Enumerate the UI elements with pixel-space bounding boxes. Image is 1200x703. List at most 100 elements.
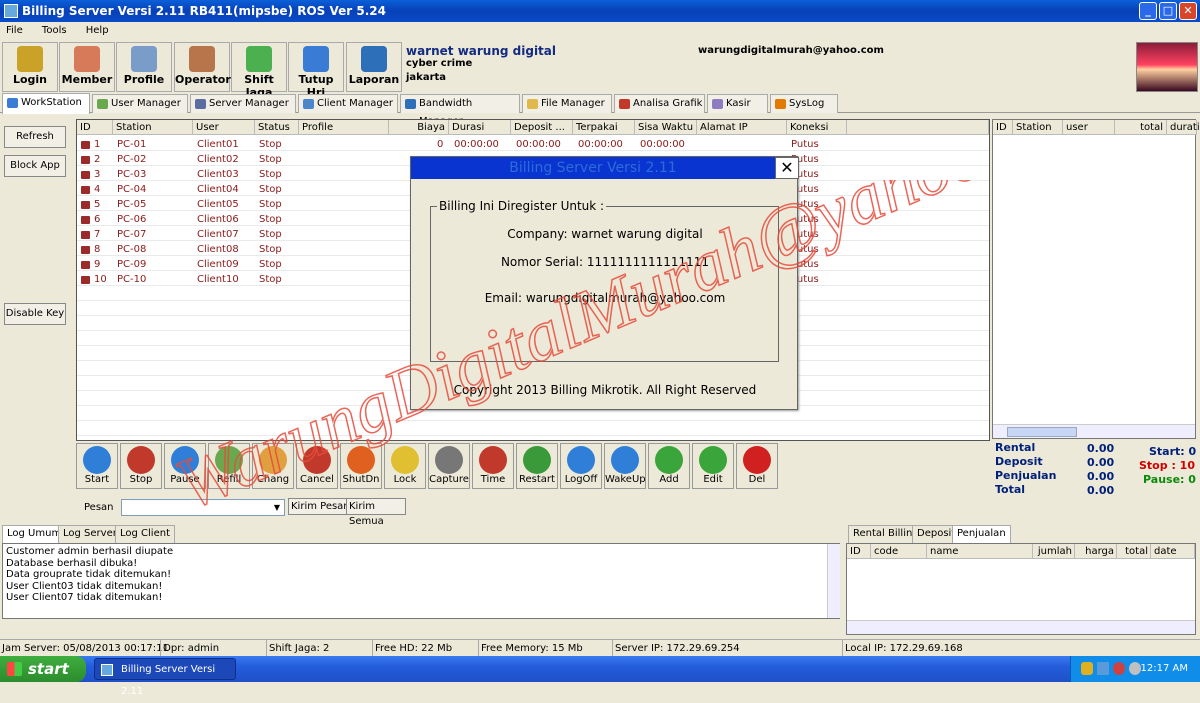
add-button[interactable]: Add	[648, 443, 690, 489]
pc-icon	[81, 231, 90, 239]
volume-icon[interactable]	[1129, 662, 1141, 675]
profile-button[interactable]: Profile	[116, 42, 172, 92]
pause-button[interactable]: Pause	[164, 443, 206, 489]
lock-button[interactable]: Lock	[384, 443, 426, 489]
tab-syslog[interactable]: SysLog	[770, 94, 838, 113]
chang-button[interactable]: Chang	[252, 443, 294, 489]
vertical-scrollbar[interactable]	[827, 544, 840, 618]
refill-button[interactable]: Refill	[208, 443, 250, 489]
column-header[interactable]: jumlah	[1033, 544, 1075, 559]
send-all-button[interactable]: Kirim Semua	[346, 498, 406, 527]
column-header[interactable]: Terpakai	[573, 120, 635, 135]
column-header[interactable]: Deposit ...	[511, 120, 573, 135]
cancel-button[interactable]: Cancel	[296, 443, 338, 489]
column-header[interactable]: harga	[1075, 544, 1117, 559]
start-count: Start: 0	[1149, 445, 1197, 458]
session-grid[interactable]: ID Station user total duration	[992, 119, 1200, 439]
login-button[interactable]: Login	[2, 42, 58, 92]
pc-icon	[81, 186, 90, 194]
shutdn-button[interactable]: ShutDn	[340, 443, 382, 489]
capture-button[interactable]: Capture	[428, 443, 470, 489]
close-button[interactable]: ✕	[1179, 2, 1197, 20]
maximize-button[interactable]: □	[1159, 2, 1177, 20]
tab-user-manager[interactable]: User Manager	[92, 94, 188, 113]
column-header[interactable]: Station	[113, 120, 193, 135]
taskbar-item[interactable]: Billing Server Versi 2.11	[94, 658, 236, 697]
column-header[interactable]: total	[1115, 120, 1167, 135]
tab-bandwidth-manager[interactable]: Bandwidth Manager	[400, 94, 520, 127]
column-header[interactable]: code	[871, 544, 927, 559]
tab-file-manager[interactable]: File Manager	[522, 94, 612, 113]
del-button[interactable]: Del	[736, 443, 778, 489]
column-header[interactable]: Durasi	[449, 120, 511, 135]
close-icon[interactable]: ✕	[775, 157, 799, 179]
tab-analisa-grafik[interactable]: Analisa Grafik	[614, 94, 705, 113]
tab-icon	[775, 99, 786, 109]
column-header[interactable]: duration	[1167, 120, 1200, 135]
sales-table[interactable]: ID code name jumlah harga total date	[846, 543, 1196, 635]
horizontal-scrollbar[interactable]	[993, 424, 1195, 438]
cell-id: 5	[94, 199, 101, 210]
edit-button[interactable]: Edit	[692, 443, 734, 489]
table-row[interactable]: 1 PC-01 Client01 Stop 0 00:00:00 00:00:00 00:00…	[77, 137, 989, 152]
tab-penjualan[interactable]: Penjualan	[952, 525, 1011, 543]
scrollbar-thumb[interactable]	[1007, 427, 1077, 437]
tab-log-server[interactable]: Log Server	[58, 525, 122, 543]
chevron-down-icon[interactable]: ▼	[270, 501, 284, 514]
restart-button[interactable]: Restart	[516, 443, 558, 489]
disable-key-button[interactable]: Disable Key	[4, 303, 66, 325]
column-header[interactable]: Biaya	[389, 120, 449, 135]
info-line-3: jakarta	[406, 72, 447, 83]
column-header[interactable]: ID	[77, 120, 113, 135]
column-header[interactable]: Alamat IP	[697, 120, 787, 135]
tab-server-manager[interactable]: Server Manager	[190, 94, 296, 113]
column-header[interactable]: user	[1063, 120, 1115, 135]
operator-button[interactable]: Operator	[174, 42, 231, 92]
menu-file[interactable]: File	[6, 25, 23, 36]
horizontal-scrollbar[interactable]	[847, 620, 1195, 634]
network-icon[interactable]	[1097, 662, 1109, 675]
column-header[interactable]: Status	[255, 120, 299, 135]
column-header[interactable]: date	[1151, 544, 1195, 559]
stop-button[interactable]: Stop	[120, 443, 162, 489]
message-select[interactable]: ▼	[121, 499, 285, 516]
capture-icon	[435, 446, 463, 474]
refresh-button[interactable]: Refresh	[4, 126, 66, 148]
send-message-button[interactable]: Kirim Pesan	[288, 498, 353, 515]
tutup-hri-button[interactable]: Tutup Hri	[288, 42, 344, 99]
start-button[interactable]: Start	[76, 443, 118, 489]
column-header[interactable]: ID	[993, 120, 1013, 135]
server-ip: Server IP: 172.29.69.254	[612, 640, 740, 657]
column-header[interactable]: name	[927, 544, 1033, 559]
block-app-button[interactable]: Block App	[4, 155, 66, 177]
column-header[interactable]: Station	[1013, 120, 1063, 135]
column-header[interactable]: Profile	[299, 120, 389, 135]
menu-tools[interactable]: Tools	[42, 25, 67, 36]
total-label: Total	[995, 483, 1026, 496]
log-panel[interactable]: Customer admin berhasil diupate Database…	[2, 543, 840, 619]
laporan-button[interactable]: Laporan	[346, 42, 402, 92]
shift-jaga-button[interactable]: Shift Jaga	[231, 42, 287, 99]
security-alert-icon[interactable]	[1113, 662, 1125, 675]
rental-value: 0.00	[1087, 442, 1115, 455]
column-header[interactable]: Koneksi	[787, 120, 847, 135]
window-title: Billing Server Versi 2.11 RB411(mipsbe) …	[22, 4, 386, 18]
tab-workstation[interactable]: WorkStation	[2, 93, 90, 114]
column-header[interactable]: ID	[847, 544, 871, 559]
menu-help[interactable]: Help	[86, 25, 109, 36]
column-header[interactable]: Sisa Waktu	[635, 120, 697, 135]
logoff-button[interactable]: LogOff	[560, 443, 602, 489]
time-button[interactable]: Time	[472, 443, 514, 489]
tab-log-client[interactable]: Log Client	[115, 525, 175, 543]
shield-icon[interactable]	[1081, 662, 1093, 675]
start-button[interactable]: start	[0, 656, 86, 682]
server-time: Jam Server: 05/08/2013 00:17:11	[2, 643, 169, 654]
wakeup-button[interactable]: WakeUp	[604, 443, 646, 489]
column-header[interactable]: User	[193, 120, 255, 135]
column-header[interactable]: total	[1117, 544, 1151, 559]
tab-log-umum[interactable]: Log Umum	[2, 525, 67, 543]
member-button[interactable]: Member	[59, 42, 115, 92]
tab-client-manager[interactable]: Client Manager	[298, 94, 398, 113]
minimize-button[interactable]: _	[1139, 2, 1157, 20]
tab-kasir[interactable]: Kasir	[707, 94, 768, 113]
